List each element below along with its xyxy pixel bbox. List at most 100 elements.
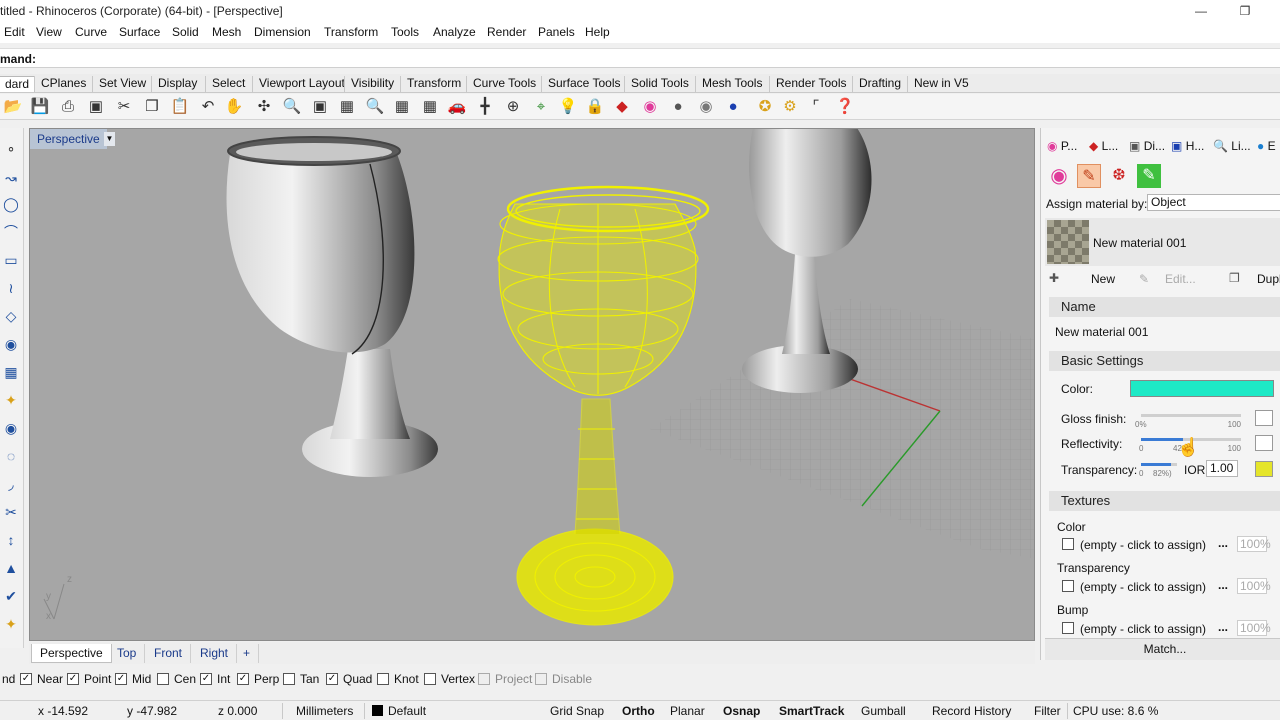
status-smarttrack[interactable]: SmartTrack <box>779 704 844 718</box>
properties-icon[interactable]: ▣ <box>86 97 106 117</box>
texture-icon[interactable]: ✎ <box>1137 164 1161 188</box>
osnap-near-checkbox[interactable]: ✓ <box>20 673 32 685</box>
menu-solid[interactable]: Solid <box>172 25 199 39</box>
curve-icon[interactable]: ≀ <box>1 278 21 298</box>
osnap-project[interactable]: Project <box>478 672 532 686</box>
circle-icon[interactable]: ◯ <box>1 194 21 214</box>
osnap-knot-checkbox[interactable] <box>377 673 389 685</box>
tab-standard[interactable]: dard <box>0 76 36 92</box>
osnap-quad[interactable]: ✓ Quad <box>326 672 372 686</box>
texture-color-amount[interactable]: 100% <box>1237 536 1271 552</box>
osnap-mid[interactable]: ✓ Mid <box>115 672 151 686</box>
help-icon[interactable]: ❓ <box>835 97 855 117</box>
polyline-icon[interactable]: ↝ <box>1 168 21 188</box>
minimize-button[interactable]: — <box>1178 0 1224 22</box>
tab-surface-tools[interactable]: Surface Tools <box>541 76 626 92</box>
vp-tab-front[interactable]: Front <box>146 644 192 663</box>
paste-icon[interactable]: 📋 <box>170 97 190 117</box>
panel-tab-layers[interactable]: ◆ L... <box>1089 136 1118 156</box>
dimension-tool-icon[interactable]: ↕ <box>1 530 21 550</box>
status-units[interactable]: Millimeters <box>296 704 353 718</box>
lightbulb-icon[interactable]: 💡 <box>558 97 578 117</box>
render-icon[interactable]: ● <box>723 97 743 117</box>
grid-icon[interactable]: ╋ <box>475 97 495 117</box>
rendered-sphere-icon[interactable]: ◉ <box>696 97 716 117</box>
array-icon[interactable]: ◌ <box>1 446 21 466</box>
point-icon[interactable]: ∘ <box>1 138 21 158</box>
rotate-view-icon[interactable]: ✣ <box>254 97 274 117</box>
boolean-icon[interactable]: ◉ <box>1 418 21 438</box>
menu-help[interactable]: Help <box>585 25 610 39</box>
osnap-end[interactable]: nd <box>2 672 15 686</box>
menu-view[interactable]: View <box>36 25 62 39</box>
object-properties-icon[interactable]: ◉ <box>1047 164 1071 188</box>
lock-icon[interactable]: 🔒 <box>585 97 605 117</box>
texture-color-browse[interactable]: ... <box>1218 536 1228 550</box>
pan-icon[interactable]: ✋ <box>224 97 244 117</box>
transparency-color-swatch[interactable] <box>1255 461 1273 477</box>
osnap-vertex-checkbox[interactable] <box>424 673 436 685</box>
menu-curve[interactable]: Curve <box>75 25 107 39</box>
vp-tab-right[interactable]: Right <box>192 644 238 663</box>
reflectivity-color-swatch[interactable] <box>1255 435 1273 451</box>
material-icon[interactable]: ✎ <box>1077 164 1101 188</box>
cut-icon[interactable]: ✂ <box>114 97 134 117</box>
osnap-quad-checkbox[interactable]: ✓ <box>326 673 338 685</box>
cplane-icon[interactable]: ⊕ <box>503 97 523 117</box>
render-tool-icon[interactable]: ✦ <box>1 614 21 634</box>
texture-bump-amount[interactable]: 100% <box>1237 620 1271 636</box>
panel-tab-help[interactable]: ▣ H... <box>1171 136 1204 156</box>
panel-tab-lights[interactable]: 🔍 Li... <box>1213 136 1251 156</box>
mesh-icon[interactable]: ▦ <box>1 362 21 382</box>
menu-edit[interactable]: Edit <box>4 25 25 39</box>
tab-render-tools[interactable]: Render Tools <box>769 76 852 92</box>
osnap-cen-checkbox[interactable] <box>157 673 169 685</box>
osnap-point[interactable]: ✓ Point <box>67 672 111 686</box>
tab-solid-tools[interactable]: Solid Tools <box>624 76 694 92</box>
ior-field[interactable]: 1.00 <box>1206 460 1238 477</box>
material-list[interactable]: New material 001 <box>1045 218 1280 266</box>
color-wheel-icon[interactable]: ◉ <box>640 97 660 117</box>
basic-settings-header[interactable]: Basic Settings <box>1049 351 1280 371</box>
viewport-title[interactable]: Perspective <box>30 129 107 149</box>
osnap-knot[interactable]: Knot <box>377 672 419 686</box>
tab-new-in-v5[interactable]: New in V5 <box>907 76 974 92</box>
menu-tools[interactable]: Tools <box>391 25 419 39</box>
zoom-all-icon[interactable]: ▦ <box>392 97 412 117</box>
shaded-sphere-icon[interactable]: ● <box>668 97 688 117</box>
texture-transparency-checkbox[interactable] <box>1062 580 1074 592</box>
texture-bump-browse[interactable]: ... <box>1218 620 1228 634</box>
osnap-project-checkbox[interactable] <box>478 673 490 685</box>
open-icon[interactable]: 📂 <box>3 97 23 117</box>
panel-tab-environment[interactable]: ● E <box>1257 136 1276 156</box>
osnap-disable[interactable]: Disable <box>535 672 592 686</box>
car-icon[interactable]: 🚗 <box>447 97 467 117</box>
check-icon[interactable]: ✔ <box>1 586 21 606</box>
tab-curve-tools[interactable]: Curve Tools <box>466 76 541 92</box>
status-layer[interactable]: Default <box>372 704 426 718</box>
osnap-mid-checkbox[interactable]: ✓ <box>115 673 127 685</box>
copy-icon[interactable]: ❐ <box>142 97 162 117</box>
zoom-selected-icon[interactable]: 🔍 <box>365 97 385 117</box>
zoom-icon[interactable]: 🔍 <box>282 97 302 117</box>
vp-tab-add[interactable]: + <box>235 644 260 663</box>
restore-button[interactable]: ❐ <box>1222 0 1268 22</box>
osnap-near[interactable]: ✓ Near <box>20 672 63 686</box>
status-osnap[interactable]: Osnap <box>723 704 760 718</box>
textures-section-header[interactable]: Textures <box>1049 491 1280 511</box>
menu-analyze[interactable]: Analyze <box>433 25 476 39</box>
osnap-tan-checkbox[interactable] <box>283 673 295 685</box>
fillet-icon[interactable]: ◞ <box>1 474 21 494</box>
tab-select[interactable]: Select <box>205 76 250 92</box>
solid-icon[interactable]: ◉ <box>1 334 21 354</box>
zoom-window-icon[interactable]: ▣ <box>310 97 330 117</box>
menu-mesh[interactable]: Mesh <box>212 25 241 39</box>
texture-bump-slot[interactable]: (empty - click to assign) <box>1080 622 1206 636</box>
panel-tab-display[interactable]: ▣ Di... <box>1129 136 1165 156</box>
new-material-button[interactable]: New <box>1091 272 1115 286</box>
texture-color-checkbox[interactable] <box>1062 538 1074 550</box>
texture-transparency-slot[interactable]: (empty - click to assign) <box>1080 580 1206 594</box>
tab-cplanes[interactable]: CPlanes <box>34 76 91 92</box>
zoom-extents-icon[interactable]: ▦ <box>337 97 357 117</box>
osnap-vertex[interactable]: Vertex <box>424 672 475 686</box>
